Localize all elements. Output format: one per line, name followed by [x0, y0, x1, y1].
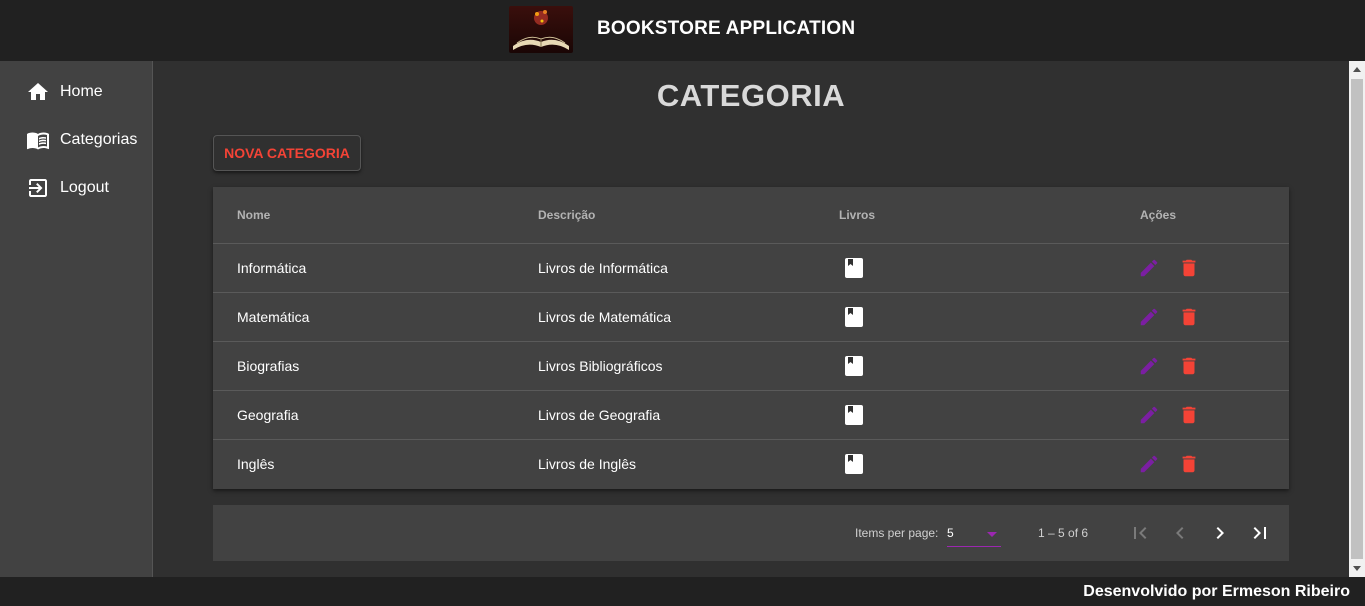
delete-icon[interactable]: [1178, 404, 1200, 426]
page-size-select[interactable]: 5: [947, 521, 1001, 547]
sidebar: Home Categorias Logout: [0, 61, 153, 577]
items-per-page-label: Items per page:: [855, 526, 939, 540]
book-icon[interactable]: [845, 307, 863, 327]
cell-nome: Informática: [237, 260, 307, 276]
edit-icon[interactable]: [1138, 453, 1160, 475]
first-page-button[interactable]: [1128, 521, 1152, 545]
delete-icon[interactable]: [1178, 257, 1200, 279]
page-range-label: 1 – 5 of 6: [1038, 526, 1089, 540]
scroll-down-arrow-icon[interactable]: [1353, 566, 1361, 571]
menu-book-icon: [27, 132, 49, 150]
vertical-scrollbar[interactable]: [1349, 61, 1365, 577]
table-row: Matemática Livros de Matemática: [213, 293, 1289, 342]
book-icon[interactable]: [845, 258, 863, 278]
sidebar-item-home[interactable]: Home: [0, 68, 152, 116]
categories-table: Nome Descrição Livros Ações Informática …: [213, 187, 1289, 489]
last-page-button[interactable]: [1248, 521, 1272, 545]
column-header-nome: Nome: [237, 208, 271, 222]
chevron-down-icon: [987, 532, 997, 537]
book-logo: [509, 6, 573, 53]
footer-credit: Desenvolvido por Ermeson Ribeiro: [1083, 583, 1350, 600]
next-page-button[interactable]: [1208, 521, 1232, 545]
cell-nome: Biografias: [237, 358, 300, 374]
sidebar-item-label: Logout: [60, 179, 109, 196]
cell-descricao: Livros de Informática: [538, 260, 668, 276]
page-size-value: 5: [947, 526, 954, 540]
scroll-up-arrow-icon[interactable]: [1353, 67, 1361, 72]
cell-descricao: Livros de Matemática: [538, 309, 672, 325]
cell-descricao: Livros Bibliográficos: [538, 358, 663, 374]
sidebar-item-label: Categorias: [60, 131, 138, 148]
column-header-livros: Livros: [839, 208, 876, 222]
sidebar-item-label: Home: [60, 83, 103, 100]
book-icon[interactable]: [845, 454, 863, 474]
table-row: Biografias Livros Bibliográficos: [213, 342, 1289, 391]
chevron-left-icon: [1176, 527, 1184, 539]
cell-descricao: Livros de Inglês: [538, 456, 637, 472]
delete-icon[interactable]: [1178, 355, 1200, 377]
delete-icon[interactable]: [1178, 453, 1200, 475]
cell-nome: Inglês: [237, 456, 275, 472]
scrollbar-thumb[interactable]: [1351, 79, 1363, 559]
chevron-right-icon: [1216, 527, 1224, 539]
column-header-descricao: Descrição: [538, 208, 596, 222]
cell-nome: Matemática: [237, 309, 310, 325]
sidebar-item-logout[interactable]: Logout: [0, 164, 152, 212]
table-row: Geografia Livros de Geografia: [213, 391, 1289, 440]
last-page-icon: [1253, 527, 1266, 539]
page-title: CATEGORIA: [656, 78, 846, 113]
edit-icon[interactable]: [1138, 257, 1160, 279]
first-page-icon: [1134, 527, 1147, 539]
book-icon[interactable]: [845, 356, 863, 376]
table-row: Inglês Livros de Inglês: [213, 440, 1289, 489]
home-icon: [28, 83, 48, 100]
paginator: Items per page: 5 1 – 5 of 6: [213, 505, 1289, 561]
previous-page-button[interactable]: [1168, 521, 1192, 545]
main-content: CATEGORIA NOVA CATEGORIA Nome Descrição …: [153, 61, 1349, 577]
edit-icon[interactable]: [1138, 306, 1160, 328]
edit-icon[interactable]: [1138, 355, 1160, 377]
delete-icon[interactable]: [1178, 306, 1200, 328]
book-icon[interactable]: [845, 405, 863, 425]
top-toolbar: BOOKSTORE APPLICATION: [0, 0, 1365, 61]
new-category-button[interactable]: NOVA CATEGORIA: [213, 135, 361, 171]
footer: Desenvolvido por Ermeson Ribeiro: [0, 577, 1365, 606]
cell-descricao: Livros de Geografia: [538, 407, 661, 423]
cell-nome: Geografia: [237, 407, 299, 423]
table-row: Informática Livros de Informática: [213, 244, 1289, 293]
edit-icon[interactable]: [1138, 404, 1160, 426]
sidebar-item-categorias[interactable]: Categorias: [0, 116, 152, 164]
app-title: BOOKSTORE APPLICATION: [597, 18, 856, 39]
column-header-acoes: Ações: [1140, 208, 1177, 222]
table-header-row: Nome Descrição Livros Ações: [213, 187, 1289, 244]
logout-icon: [29, 179, 47, 197]
